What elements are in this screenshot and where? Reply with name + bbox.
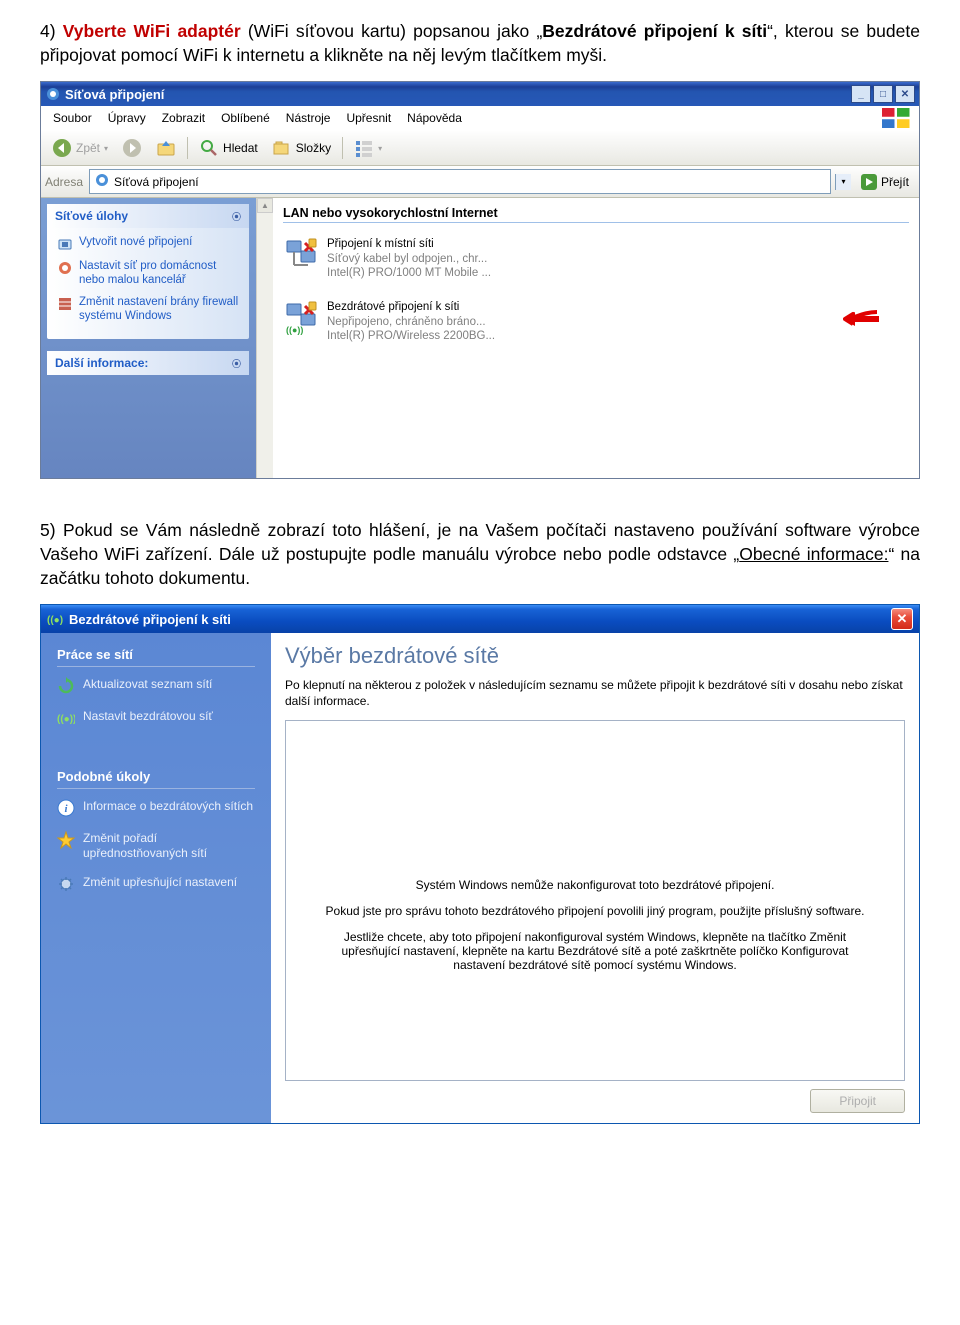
address-label: Adresa <box>45 175 83 189</box>
setup-wireless-icon: ((●)) <box>57 709 75 727</box>
panel-header-2[interactable]: Další informace: ⦿ <box>47 351 249 375</box>
window-title: Bezdrátové připojení k síti <box>69 612 231 627</box>
conn-wifi-adapter: Intel(R) PRO/Wireless 2200BG... <box>327 329 495 343</box>
scrollbar[interactable] <box>256 198 273 478</box>
task-setup-network[interactable]: Nastavit síť pro domácnost nebo malou ka… <box>57 260 239 288</box>
back-icon <box>52 138 72 158</box>
new-connection-icon <box>57 236 73 252</box>
svg-text:((●)): ((●)) <box>57 714 75 725</box>
menu-zobrazit[interactable]: Zobrazit <box>154 109 213 127</box>
settings-icon <box>57 875 75 893</box>
go-button[interactable]: Přejít <box>855 172 915 192</box>
connection-wireless[interactable]: ((●)) Bezdrátové připojení k síti Nepřip… <box>283 300 909 343</box>
conn-lan-status: Síťový kabel byl odpojen., chr... <box>327 252 491 266</box>
main-content: LAN nebo vysokorychlostní Internet Připo… <box>273 198 919 478</box>
network-connections-window: Síťová připojení _ □ ✕ Soubor Úpravy Zob… <box>40 81 920 479</box>
step-4-instruction: 4) Vyberte WiFi adaptér (WiFi síťovou ka… <box>40 20 920 67</box>
titlebar[interactable]: Síťová připojení _ □ ✕ <box>41 82 919 106</box>
close-button[interactable]: ✕ <box>891 608 913 630</box>
svg-text:((●)): ((●)) <box>286 325 303 335</box>
menu-nastroje[interactable]: Nástroje <box>278 109 339 127</box>
task-setup-wireless[interactable]: ((●)) Nastavit bezdrátovou síť <box>57 709 255 727</box>
collapse-icon[interactable]: ⦿ <box>232 357 241 370</box>
step4-highlight: Bezdrátové připojení k síti <box>542 21 767 41</box>
up-button[interactable] <box>149 135 183 161</box>
refresh-icon <box>57 677 75 695</box>
go-icon <box>861 174 877 190</box>
menubar: Soubor Úpravy Zobrazit Oblíbené Nástroje… <box>41 106 919 130</box>
task-advanced-settings[interactable]: Změnit upřesňující nastavení <box>57 875 255 893</box>
forward-icon <box>122 138 142 158</box>
menu-napoveda[interactable]: Nápověda <box>399 109 470 127</box>
msg-how-to-enable: Jestliže chcete, aby toto připojení nako… <box>316 930 874 972</box>
toolbar: Zpět ▾ Hledat Složky <box>41 130 919 166</box>
lan-icon <box>283 237 319 273</box>
group-header: LAN nebo vysokorychlostní Internet <box>283 206 909 223</box>
star-icon <box>57 831 75 849</box>
task-wireless-info[interactable]: i Informace o bezdrátových sítích <box>57 799 255 817</box>
wireless-selection-window: ((●)) Bezdrátové připojení k síti ✕ Prác… <box>40 604 920 1124</box>
msg-cannot-configure: Systém Windows nemůže nakonfigurovat tot… <box>316 878 874 892</box>
panel-more-info: Další informace: ⦿ <box>47 351 249 375</box>
address-value: Síťová připojení <box>114 175 199 189</box>
task-reorder-preferred[interactable]: Změnit pořadí upřednostňovaných sítí <box>57 831 255 861</box>
folder-up-icon <box>156 138 176 158</box>
menu-soubor[interactable]: Soubor <box>45 109 100 127</box>
back-button[interactable]: Zpět ▾ <box>45 135 115 161</box>
window-title: Síťová připojení <box>65 87 164 102</box>
connect-button[interactable]: Připojit <box>810 1089 905 1113</box>
address-icon <box>94 172 110 191</box>
setup-network-icon <box>57 260 73 276</box>
link-general-info: Obecné informace: <box>739 544 888 564</box>
conn-lan-title: Připojení k místní síti <box>327 237 491 251</box>
folders-button[interactable]: Složky <box>265 135 338 161</box>
titlebar[interactable]: ((●)) Bezdrátové připojení k síti ✕ <box>41 605 919 633</box>
step-5-instruction: 5) Pokud se Vám následně zobrazí toto hl… <box>40 519 920 590</box>
menu-upresnit[interactable]: Upřesnit <box>338 109 399 127</box>
conn-wifi-title: Bezdrátové připojení k síti <box>327 300 495 314</box>
network-list-area: Systém Windows nemůže nakonfigurovat tot… <box>285 720 905 1082</box>
windows-flag-icon <box>879 108 915 128</box>
main-content: Výběr bezdrátové sítě Po klepnutí na něk… <box>271 633 919 1123</box>
main-description: Po klepnutí na některou z položek v násl… <box>285 677 905 709</box>
addressbar: Adresa Síťová připojení ▾ Přejít <box>41 166 919 198</box>
search-button[interactable]: Hledat <box>192 135 265 161</box>
collapse-icon[interactable]: ⦿ <box>232 210 241 223</box>
panel-network-tasks: Síťové úlohy ⦿ Vytvořit nové připojení <box>47 204 249 339</box>
wireless-icon: ((●)) <box>283 300 319 336</box>
window-icon <box>45 86 61 102</box>
task-create-connection[interactable]: Vytvořit nové připojení <box>57 236 239 252</box>
task-refresh-list[interactable]: Aktualizovat seznam sítí <box>57 677 255 695</box>
svg-text:((●)): ((●)) <box>47 615 63 626</box>
close-button[interactable]: ✕ <box>895 85 915 103</box>
wireless-window-icon: ((●)) <box>47 611 63 627</box>
panel-header[interactable]: Síťové úlohy ⦿ <box>47 204 249 228</box>
firewall-icon <box>57 296 73 312</box>
folders-icon <box>272 138 292 158</box>
minimize-button[interactable]: _ <box>851 85 871 103</box>
views-icon <box>354 138 374 158</box>
search-icon <box>199 138 219 158</box>
address-input[interactable]: Síťová připojení <box>89 169 831 194</box>
conn-wifi-status: Nepřipojeno, chráněno bráno... <box>327 315 495 329</box>
step4-lead: Vyberte WiFi adaptér <box>63 21 241 41</box>
conn-lan-adapter: Intel(R) PRO/1000 MT Mobile ... <box>327 266 491 280</box>
menu-oblibene[interactable]: Oblíbené <box>213 109 278 127</box>
maximize-button[interactable]: □ <box>873 85 893 103</box>
sidebar: Práce se sítí Aktualizovat seznam sítí (… <box>41 633 271 1123</box>
side-header-2: Podobné úkoly <box>57 769 255 789</box>
msg-other-software: Pokud jste pro správu tohoto bezdrátovéh… <box>316 904 874 918</box>
connection-lan[interactable]: Připojení k místní síti Síťový kabel byl… <box>283 237 909 280</box>
sidebar: Síťové úlohy ⦿ Vytvořit nové připojení <box>41 198 273 478</box>
views-button[interactable]: ▾ <box>347 135 389 161</box>
side-header-1: Práce se sítí <box>57 647 255 667</box>
address-dropdown[interactable]: ▾ <box>835 174 851 190</box>
main-heading: Výběr bezdrátové sítě <box>285 643 905 669</box>
task-firewall[interactable]: Změnit nastavení brány firewall systému … <box>57 296 239 324</box>
forward-button[interactable] <box>115 135 149 161</box>
info-icon: i <box>57 799 75 817</box>
menu-upravy[interactable]: Úpravy <box>100 109 154 127</box>
red-pointer-icon <box>843 310 881 328</box>
